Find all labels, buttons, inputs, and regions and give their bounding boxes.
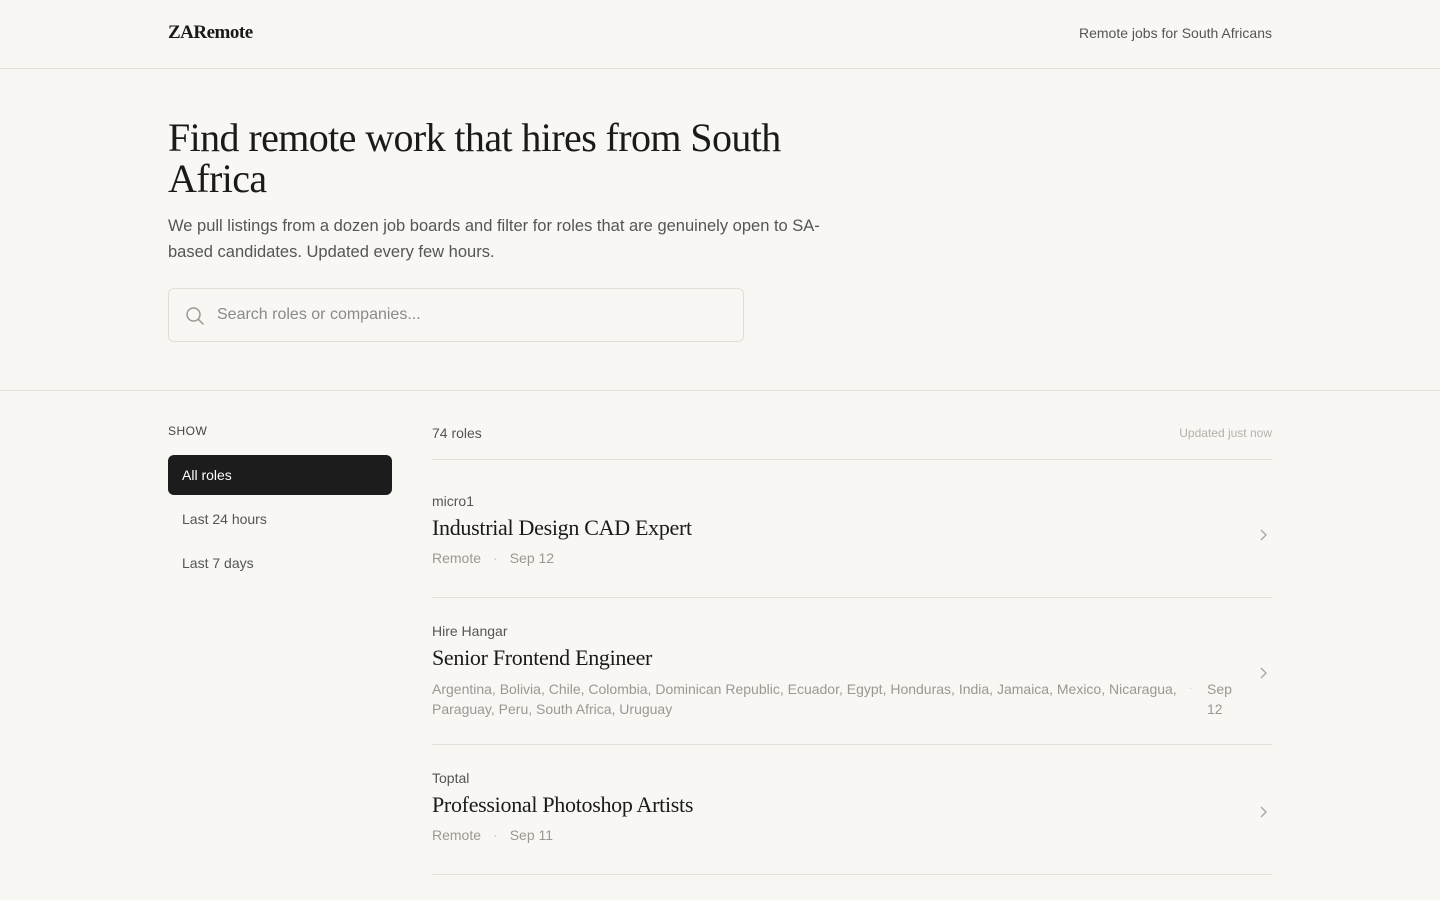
search-icon [186, 307, 204, 325]
updated-status: Updated just now [1179, 426, 1272, 440]
job-listing[interactable]: Toptal Professional Photoshop Artists Re… [432, 770, 1272, 874]
job-title[interactable]: Professional Photoshop Artists [432, 792, 1272, 818]
filter-last-24-hours[interactable]: Last 24 hours [168, 499, 392, 539]
search-input[interactable] [217, 290, 727, 340]
page-subtitle: We pull listings from a dozen job boards… [168, 217, 820, 261]
meta-separator: · [1189, 683, 1193, 694]
meta-separator: · [493, 827, 498, 843]
results-divider [432, 459, 1272, 460]
top-bar: ZARemote Remote jobs for South Africans [0, 0, 1440, 69]
chevron-right-icon [1260, 806, 1267, 818]
site-tagline: Remote jobs for South Africans [1079, 25, 1272, 41]
job-title[interactable]: Industrial Design CAD Expert [432, 515, 1272, 541]
job-company: Toptal [432, 770, 470, 786]
chevron-right-icon [1260, 667, 1267, 679]
meta-separator: · [493, 550, 498, 566]
job-listing[interactable]: micro1 Industrial Design CAD Expert Remo… [432, 493, 1272, 597]
results-divider [432, 597, 1272, 598]
job-date: Sep 11 [509, 827, 554, 843]
job-company: micro1 [432, 493, 475, 509]
job-meta: Argentina, Bolivia, Chile, Colombia, Dom… [432, 679, 1272, 719]
section-divider [0, 390, 1440, 391]
job-title[interactable]: Senior Frontend Engineer [432, 645, 1272, 671]
job-location: Argentina, Bolivia, Chile, Colombia, Dom… [432, 681, 1177, 717]
job-listing[interactable]: Hire Hangar Senior Frontend Engineer Arg… [432, 623, 1272, 744]
site-logo[interactable]: ZARemote [168, 22, 253, 44]
job-location: Remote [432, 827, 482, 843]
filter-last-7-days[interactable]: Last 7 days [168, 543, 392, 583]
job-company: Hire Hangar [432, 623, 508, 639]
search-box[interactable] [168, 288, 744, 342]
chevron-right-icon [1260, 529, 1267, 541]
page-title: Find remote work that hires from South A… [168, 115, 781, 201]
filter-heading: SHOW [168, 424, 208, 438]
job-meta: Remote · Sep 12 [432, 550, 1272, 566]
job-location: Remote [432, 550, 482, 566]
results-divider [432, 744, 1272, 745]
job-meta: Remote · Sep 11 [432, 827, 1272, 843]
results-count: 74 roles [432, 425, 482, 441]
job-date: Sep 12 [1207, 681, 1232, 717]
results-divider [432, 874, 1272, 875]
filter-all-roles[interactable]: All roles [168, 455, 392, 495]
job-date: Sep 12 [509, 550, 555, 566]
